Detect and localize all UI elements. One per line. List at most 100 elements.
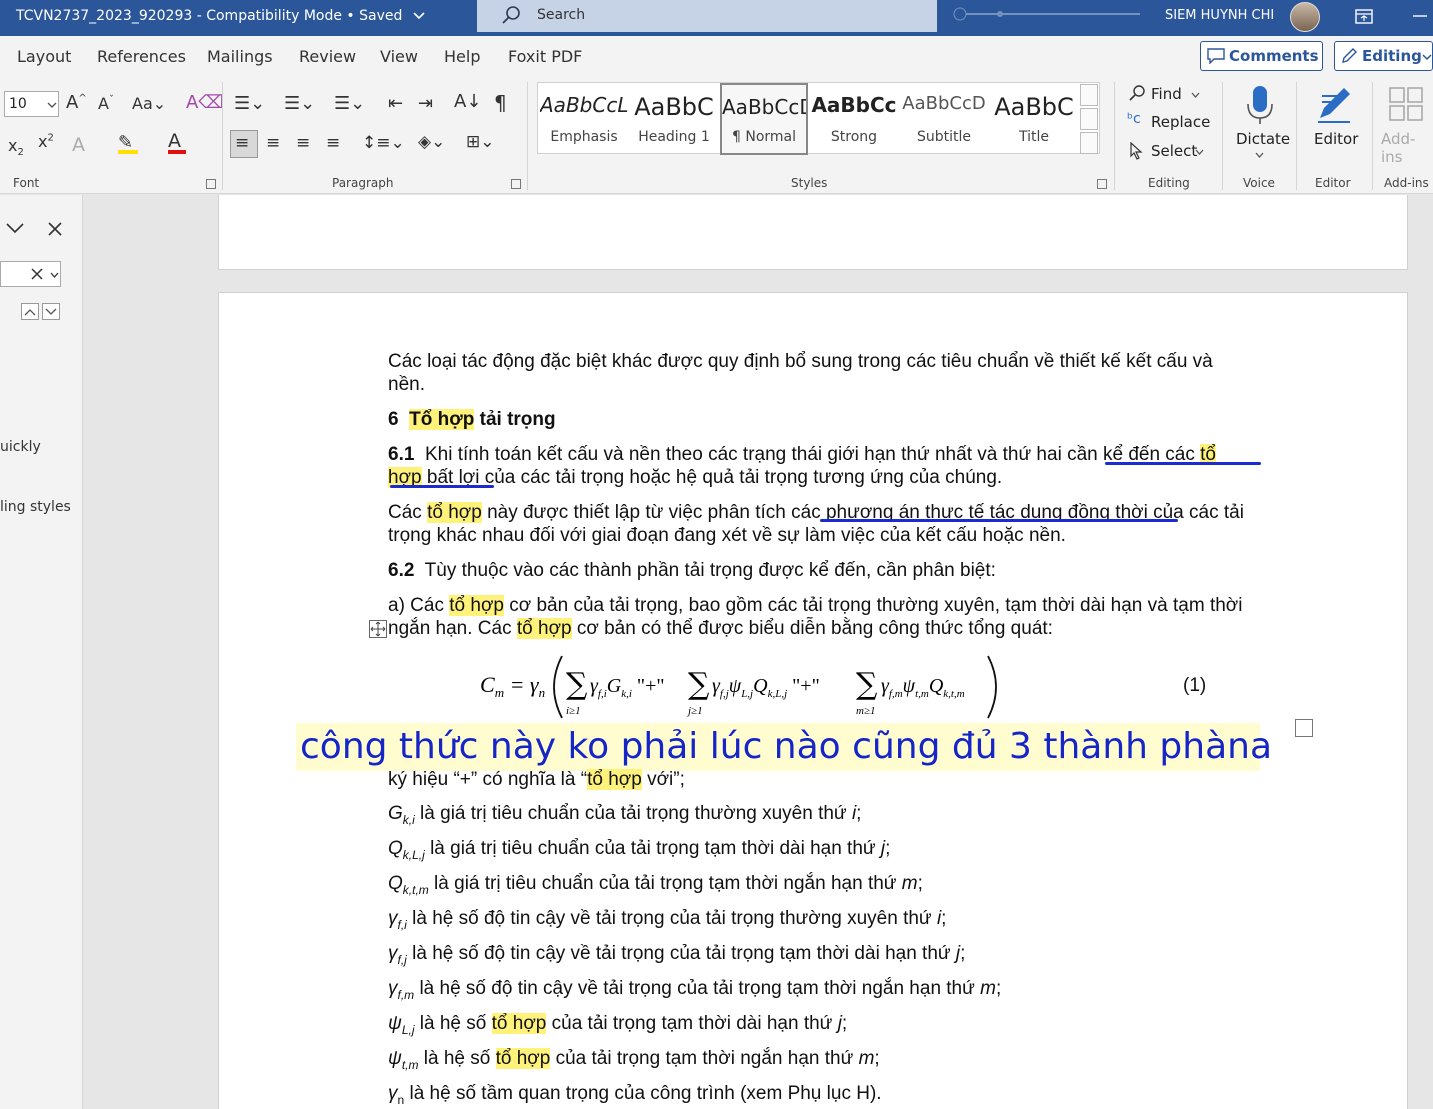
text-effects-icon[interactable]: A — [72, 134, 85, 156]
text: ; — [941, 908, 947, 929]
chevron-down-icon[interactable] — [6, 223, 24, 235]
font-size-box[interactable]: 10 — [4, 91, 59, 117]
paragraph[interactable]: ngắn hạn. Các tổ hợp cơ bản có thể được … — [388, 617, 1053, 640]
styles-scroll-up[interactable] — [1080, 84, 1098, 106]
show-formatting-icon[interactable]: ¶ — [494, 91, 507, 115]
tab-view[interactable]: View — [380, 47, 418, 66]
numbering-icon[interactable]: ☰⌄ — [284, 93, 315, 114]
close-icon[interactable] — [31, 268, 43, 280]
divider — [1296, 82, 1297, 190]
tab-help[interactable]: Help — [444, 47, 480, 66]
sort-icon[interactable]: A↓ — [454, 91, 481, 112]
dictate-button[interactable]: Dictate — [1230, 80, 1290, 160]
superscript-icon[interactable]: x2 — [38, 132, 54, 151]
definition-line[interactable]: ψt,m là hệ số tổ hợp của tải trọng tạm t… — [388, 1047, 880, 1077]
symbol: γ — [388, 978, 398, 999]
paragraph[interactable]: trọng khác nhau đối với giai đoạn đang x… — [388, 524, 1066, 547]
ribbon-display-icon[interactable] — [1354, 6, 1374, 26]
style-title[interactable]: AaBbC Title — [990, 83, 1078, 155]
previous-result-button[interactable] — [21, 303, 39, 320]
decrease-indent-icon[interactable]: ⇤ — [388, 93, 403, 114]
paragraph[interactable]: 6.2 Tùy thuộc vào các thành phần tải trọ… — [388, 559, 996, 582]
tab-mailings[interactable]: Mailings — [207, 47, 273, 66]
svg-text:j≥1: j≥1 — [686, 705, 703, 717]
chevron-down-icon[interactable] — [413, 12, 425, 20]
symbol-subscript: k,i — [402, 812, 415, 827]
user-name[interactable]: SIEM HUYNH CHI — [1165, 8, 1274, 23]
editing-mode-button[interactable]: Editing — [1334, 41, 1433, 71]
chevron-down-icon — [1255, 152, 1264, 158]
shrink-font-icon[interactable]: Aˇ — [98, 94, 114, 113]
paragraph[interactable]: a) Các tổ hợp cơ bản của tải trọng, bao … — [388, 594, 1242, 617]
font-dialog-launcher[interactable] — [206, 179, 216, 189]
paragraph-dialog-launcher[interactable] — [511, 179, 521, 189]
font-color-icon[interactable]: A — [168, 130, 186, 154]
tab-layout[interactable]: Layout — [17, 47, 71, 66]
subscript-icon[interactable]: x2 — [8, 136, 24, 158]
definition-line[interactable]: γf,j là hệ số độ tin cậy về tải trọng củ… — [388, 942, 965, 972]
document-title[interactable]: TCVN2737_2023_920293 - Compatibility Mod… — [16, 8, 425, 24]
justify-icon[interactable]: ≡ — [326, 133, 340, 153]
shading-icon[interactable]: ◈⌄ — [418, 132, 445, 152]
nav-search-input[interactable] — [0, 261, 61, 287]
style-heading-1[interactable]: AaBbC Heading 1 — [630, 83, 718, 155]
search-box[interactable]: Search — [477, 0, 937, 32]
chevron-down-icon[interactable] — [47, 102, 57, 109]
tab-review[interactable]: Review — [299, 47, 356, 66]
divider — [1372, 82, 1373, 190]
increase-indent-icon[interactable]: ⇥ — [418, 93, 433, 114]
find-button[interactable]: Find — [1127, 82, 1207, 106]
annotation-textbox[interactable]: công thức này ko phải lúc nào cũng đủ 3 … — [296, 723, 1272, 771]
bullets-icon[interactable]: ☰⌄ — [234, 93, 265, 114]
line-spacing-icon[interactable]: ↕≡⌄ — [362, 133, 405, 153]
grow-font-icon[interactable]: A^ — [66, 92, 87, 113]
change-case-icon[interactable]: Aa⌄ — [132, 94, 166, 113]
tab-references[interactable]: References — [97, 47, 186, 66]
paragraph[interactable]: ký hiệu “+” có nghĩa là “tổ hợp với”; — [388, 768, 685, 791]
editor-button[interactable]: Editor — [1304, 80, 1364, 160]
definition-line[interactable]: Gk,i là giá trị tiêu chuẩn của tải trọng… — [388, 802, 861, 832]
text: là giá trị tiêu chuẩn của tải trọng tạm … — [424, 838, 881, 859]
minimize-icon[interactable] — [1410, 6, 1430, 26]
text: là hệ số — [418, 1048, 496, 1069]
tab-foxit-pdf[interactable]: Foxit PDF — [508, 47, 582, 66]
styles-dialog-launcher[interactable] — [1097, 179, 1107, 189]
object-anchor-icon[interactable] — [369, 620, 387, 638]
next-result-button[interactable] — [42, 303, 60, 320]
style-normal[interactable]: AaBbCcD ¶ Normal — [720, 83, 808, 155]
clear-formatting-icon[interactable]: A⌫ — [186, 92, 224, 113]
style-strong[interactable]: AaBbCc Strong — [810, 83, 898, 155]
replace-button[interactable]: ᵇc Replace — [1127, 111, 1217, 135]
paragraph[interactable]: Các loại tác động đặc biệt khác được quy… — [388, 350, 1213, 373]
definition-line[interactable]: γf,i là hệ số độ tin cậy về tải trọng củ… — [388, 907, 946, 937]
comments-button[interactable]: Comments — [1200, 41, 1323, 71]
borders-icon[interactable]: ⊞⌄ — [466, 132, 495, 152]
definition-line[interactable]: γf,m là hệ số độ tin cậy về tải trọng củ… — [388, 977, 1001, 1007]
heading-number: 6 — [388, 409, 399, 430]
close-icon[interactable] — [48, 222, 62, 236]
svg-text:∑: ∑ — [566, 667, 588, 702]
select-button[interactable]: Select — [1127, 140, 1217, 164]
section-heading[interactable]: 6 Tổ hợp tải trọng — [388, 408, 556, 431]
style-subtitle[interactable]: AaBbCcD Subtitle — [900, 83, 988, 155]
definition-line[interactable]: Qk,L,j là giá trị tiêu chuẩn của tải trọ… — [388, 837, 890, 867]
paragraph[interactable]: 6.1 Khi tính toán kết cấu và nền theo cá… — [388, 443, 1217, 466]
paragraph[interactable]: nền. — [388, 373, 425, 396]
combination-formula[interactable]: Cm = γn ∑ i≥1 γf,iGk,i "+" ∑ j≥1 γf,jψL,… — [478, 652, 1008, 722]
addins-button[interactable]: Add-ins — [1378, 80, 1433, 166]
index: m — [901, 873, 918, 894]
layout-options-icon[interactable] — [1295, 719, 1313, 737]
chevron-down-icon[interactable] — [50, 272, 59, 278]
align-right-icon[interactable]: ≡ — [296, 133, 310, 153]
highlighter-icon[interactable]: ✎ — [118, 132, 138, 154]
avatar[interactable] — [1290, 2, 1320, 32]
definition-line[interactable]: γn là hệ số tầm quan trọng của công trìn… — [388, 1082, 882, 1109]
align-center-icon[interactable]: ≡ — [266, 133, 280, 153]
styles-scroll-down[interactable] — [1080, 108, 1098, 130]
definition-line[interactable]: ψL,j là hệ số tổ hợp của tải trọng tạm t… — [388, 1012, 847, 1042]
styles-more-button[interactable] — [1080, 132, 1098, 154]
annotation-text: công thức này ko phải lúc nào cũng đủ 3 … — [300, 726, 1272, 767]
style-emphasis[interactable]: AaBbCcL Emphasis — [540, 83, 628, 155]
multilevel-list-icon[interactable]: ☰⌄ — [334, 93, 365, 114]
definition-line[interactable]: Qk,t,m là giá trị tiêu chuẩn của tải trọ… — [388, 872, 923, 902]
